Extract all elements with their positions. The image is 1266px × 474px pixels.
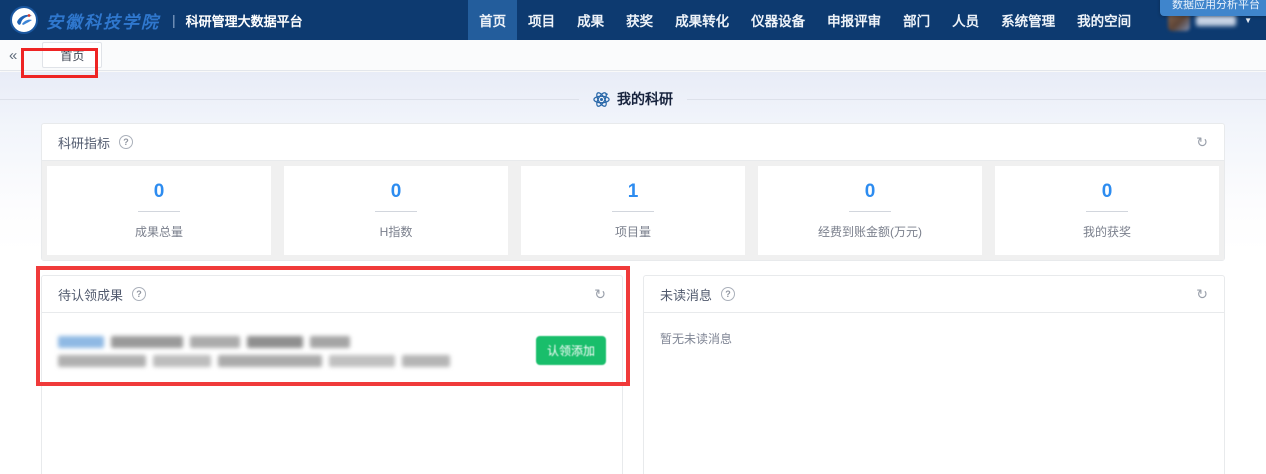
page-title: 我的科研 (617, 89, 673, 109)
redacted-claim-title (58, 336, 450, 348)
tab-bar: « 首页 (0, 40, 1266, 71)
platform-name: 科研管理大数据平台 (186, 11, 303, 30)
refresh-icon[interactable]: ↻ (1196, 135, 1208, 149)
top-navbar: 安徽科技学院 | 科研管理大数据平台 首页 项目 成果 获奖 成果转化 仪器设备… (0, 0, 1266, 40)
nav-item-application-review[interactable]: 申报评审 (816, 0, 892, 40)
stat-value: 0 (391, 182, 402, 201)
redacted-user-name (1196, 15, 1236, 26)
divider-line (687, 99, 1266, 100)
help-icon[interactable]: ? (721, 287, 735, 301)
messages-card: 未读消息 ? ↻ 暂无未读消息 (643, 275, 1225, 474)
nav-item-my-space[interactable]: 我的空间 (1066, 0, 1142, 40)
stat-divider (375, 211, 417, 212)
redacted-claim-details (58, 355, 450, 367)
main-menu: 首页 项目 成果 获奖 成果转化 仪器设备 申报评审 部门 人员 系统管理 我的… (468, 0, 1142, 40)
nav-item-system-management[interactable]: 系统管理 (990, 0, 1066, 40)
stat-value: 1 (628, 182, 639, 201)
stat-total-achievements: 0 成果总量 (47, 166, 271, 255)
stat-my-awards: 0 我的获奖 (995, 166, 1219, 255)
nav-item-departments[interactable]: 部门 (892, 0, 941, 40)
nav-item-achievements[interactable]: 成果 (566, 0, 615, 40)
metrics-card: 科研指标 ? ↻ 0 成果总量 0 H指数 1 项目量 0 (41, 123, 1225, 261)
dropdown-caret-icon: ▼ (1244, 16, 1252, 25)
data-analysis-platform-badge[interactable]: 数据应用分析平台 (1160, 0, 1266, 16)
brand: 安徽科技学院 | 科研管理大数据平台 (10, 6, 303, 34)
stat-divider (849, 211, 891, 212)
stat-value: 0 (865, 182, 876, 201)
stat-project-count: 1 项目量 (521, 166, 745, 255)
metrics-card-title: 科研指标 (58, 133, 110, 152)
messages-card-title: 未读消息 (660, 285, 712, 304)
tab-home[interactable]: 首页 (42, 42, 102, 68)
stat-label: H指数 (380, 223, 413, 240)
nav-item-transformation[interactable]: 成果转化 (664, 0, 740, 40)
nav-item-instruments[interactable]: 仪器设备 (740, 0, 816, 40)
stat-h-index: 0 H指数 (284, 166, 508, 255)
stat-label: 成果总量 (135, 223, 183, 240)
school-name: 安徽科技学院 (46, 8, 160, 33)
divider-line (0, 99, 579, 100)
claims-card: 待认领成果 ? ↻ (41, 275, 623, 474)
claim-add-button[interactable]: 认领添加 (536, 336, 606, 365)
nav-item-personnel[interactable]: 人员 (941, 0, 990, 40)
stat-label: 我的获奖 (1083, 223, 1131, 240)
stat-divider (1086, 211, 1128, 212)
stat-divider (612, 211, 654, 212)
stat-divider (138, 211, 180, 212)
page-content: 我的科研 科研指标 ? ↻ 0 成果总量 0 H指数 1 项目量 (0, 72, 1266, 474)
nav-item-awards[interactable]: 获奖 (615, 0, 664, 40)
empty-messages-text: 暂无未读消息 (644, 313, 1224, 364)
section-header: 我的科研 (0, 89, 1266, 109)
stat-label: 经费到账金额(万元) (818, 223, 922, 240)
nav-item-home[interactable]: 首页 (468, 0, 517, 40)
stat-value: 0 (154, 182, 165, 201)
claim-item: 认领添加 (42, 313, 622, 367)
stat-funding-received: 0 经费到账金额(万元) (758, 166, 982, 255)
nav-item-projects[interactable]: 项目 (517, 0, 566, 40)
stat-label: 项目量 (615, 223, 651, 240)
collapse-tabs-icon[interactable]: « (0, 40, 26, 71)
refresh-icon[interactable]: ↻ (1196, 287, 1208, 301)
claims-card-title: 待认领成果 (58, 285, 123, 304)
help-icon[interactable]: ? (132, 287, 146, 301)
help-icon[interactable]: ? (119, 135, 133, 149)
brand-separator: | (172, 12, 176, 28)
atom-icon (593, 91, 610, 108)
stat-value: 0 (1102, 182, 1113, 201)
school-logo-icon (10, 6, 38, 34)
refresh-icon[interactable]: ↻ (594, 287, 606, 301)
